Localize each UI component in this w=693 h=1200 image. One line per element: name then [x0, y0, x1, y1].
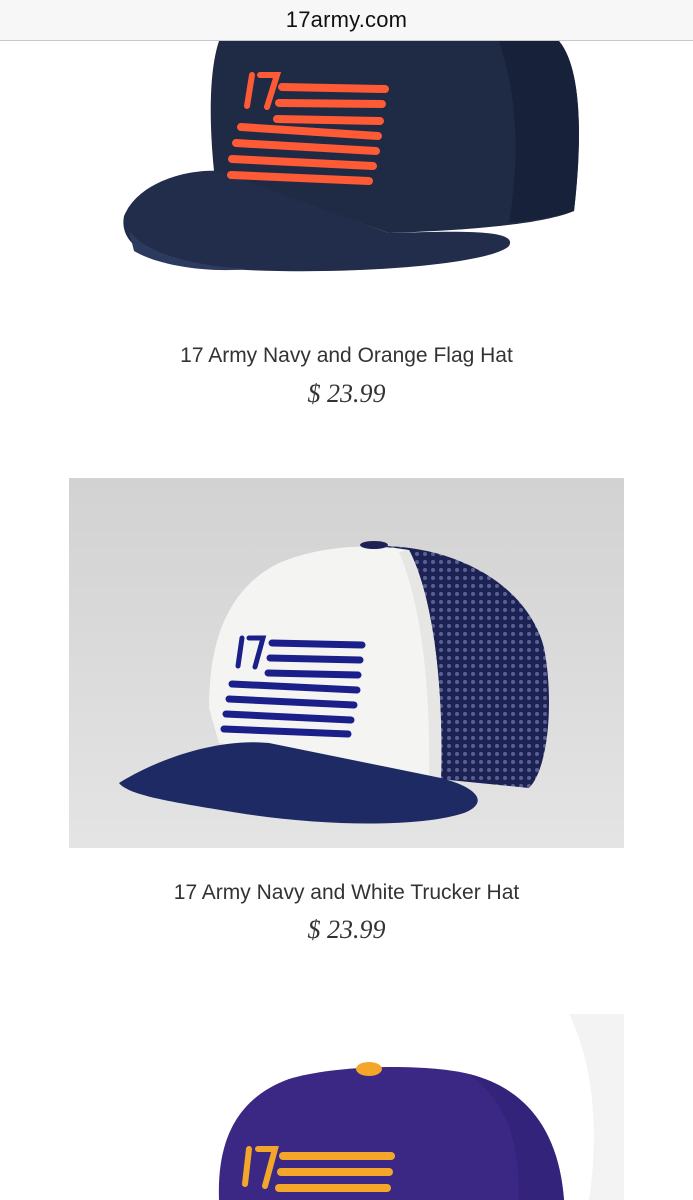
product-image-navy-white-trucker[interactable]	[69, 478, 624, 848]
product-price: $ 23.99	[307, 915, 386, 944]
product-card[interactable]: 17 Army Navy and Orange Flag Hat $ 23.99	[0, 41, 693, 431]
url-text[interactable]: 17army.com	[286, 7, 407, 33]
product-name[interactable]: 17 Army Navy and Orange Flag Hat	[0, 344, 693, 368]
product-image-purple-gold-hat[interactable]	[69, 1014, 624, 1200]
product-list: 17 Army Navy and Orange Flag Hat $ 23.99	[0, 41, 693, 1200]
product-price: $ 23.99	[307, 379, 386, 408]
product-card[interactable]: 17 Army Navy and White Trucker Hat $ 23.…	[0, 478, 693, 948]
product-card[interactable]	[0, 1014, 693, 1200]
product-image-navy-orange-hat[interactable]	[69, 41, 624, 316]
product-name[interactable]: 17 Army Navy and White Trucker Hat	[0, 881, 693, 905]
browser-url-bar[interactable]: 17army.com	[0, 0, 693, 41]
